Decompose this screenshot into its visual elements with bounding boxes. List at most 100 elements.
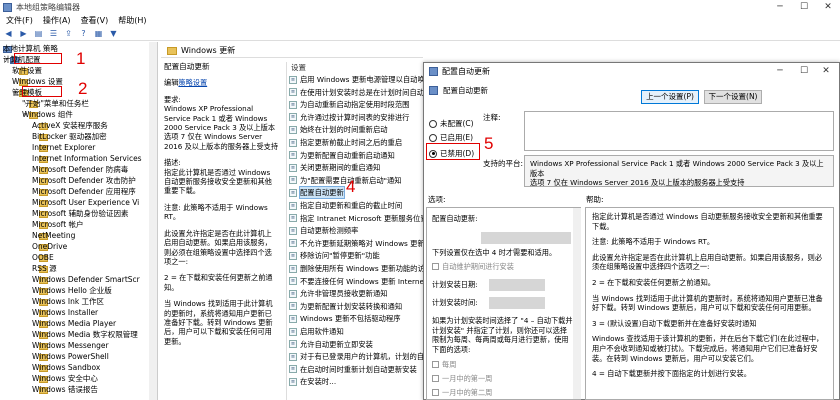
option-dropdown[interactable] [481, 232, 571, 244]
tree-scrollbar[interactable] [149, 42, 157, 400]
policy-setting-icon: ≡ [289, 201, 297, 210]
setting-item[interactable]: ≡ 启用 Windows 更新电源管理以自动唤醒 [289, 74, 426, 85]
tree-windows-components[interactable]: ▾ Windows 组件 [22, 110, 73, 120]
setting-item[interactable]: ≡ 启用软件通知 [289, 326, 344, 337]
radio-not-configured[interactable]: 未配置(C) [429, 118, 474, 129]
menu-file[interactable]: 文件(F) [6, 15, 33, 26]
comment-textarea[interactable] [524, 111, 834, 151]
tree-item[interactable]: OneDrive [32, 242, 67, 252]
forward-icon[interactable]: ▶ [17, 28, 30, 39]
setting-item[interactable]: ≡ 指定 Intranet Microsoft 更新服务位置 [289, 213, 426, 224]
setting-item[interactable]: ≡ 为更新配置计划安装转换和通知 [289, 301, 402, 312]
tree-item[interactable]: Windows Messenger [32, 341, 109, 351]
setting-item[interactable]: ≡ 自动更新检测频率 [289, 225, 358, 236]
tree-item[interactable]: BitLocker 驱动器加密 [32, 132, 107, 142]
menu-action[interactable]: 操作(A) [43, 15, 71, 26]
tree-item[interactable]: Windows Installer [32, 308, 98, 318]
tree-item[interactable]: Microsoft Defender 防病毒 [32, 165, 128, 175]
tree-item[interactable]: Windows Sandbox [32, 363, 100, 373]
checkbox[interactable] [432, 375, 439, 383]
setting-item[interactable]: ≡ 不要连接任何 Windows 更新 Internet 位 [289, 276, 426, 287]
tree-item[interactable]: Internet Information Services [32, 154, 142, 164]
setting-item[interactable]: ≡ 在启动时间时重新计划自动更新安装 [289, 364, 417, 375]
setting-item[interactable]: ≡ 指定更新前截止时间之后的重启 [289, 137, 402, 148]
setting-item[interactable]: ≡ 允许非管理员接收更新通知 [289, 288, 388, 299]
first-week-checkbox[interactable]: 一月中的第一周 [432, 374, 492, 384]
tree-item[interactable]: Windows Media Player [32, 319, 116, 329]
tree-item[interactable]: ActiveX 安装程序服务 [32, 121, 108, 131]
radio-circle[interactable] [429, 133, 437, 142]
tree-item[interactable]: Microsoft 辅助身份验证因素 [32, 209, 129, 219]
next-setting-button[interactable]: 下一个设置(N) [704, 90, 762, 104]
policy-setting-icon: ≡ [289, 88, 297, 97]
install-day-dropdown[interactable] [489, 279, 545, 291]
prev-setting-button[interactable]: 上一个设置(P) [641, 90, 699, 104]
radio-enabled[interactable]: 已启用(E) [429, 132, 473, 143]
maximize-icon[interactable]: ☐ [792, 0, 816, 14]
tree-item[interactable]: Microsoft Defender 攻击防护 [32, 176, 136, 186]
tree-item[interactable]: Windows Defender SmartScr [32, 275, 140, 285]
back-icon[interactable]: ◀ [2, 28, 15, 39]
tree-item[interactable]: Microsoft 帐户 [32, 220, 84, 230]
tree-root[interactable]: 本地计算机 策略 [3, 44, 58, 54]
setting-item[interactable]: ≡ 关闭更新期间的重启通知 [289, 162, 380, 173]
install-time-dropdown[interactable] [489, 297, 545, 309]
tree-item[interactable]: OOBE [32, 253, 54, 263]
setting-item[interactable]: ≡ 始终在计划的时间重新启动 [289, 124, 388, 135]
second-week-checkbox[interactable]: 一月中的第二周 [432, 388, 492, 398]
radio-circle[interactable] [429, 119, 437, 128]
tree-item[interactable]: RSS 源 [32, 264, 57, 274]
setting-item[interactable]: ≡ 删除使用所有 Windows 更新功能的访问权 [289, 263, 426, 274]
menu-help[interactable]: 帮助(H) [118, 15, 146, 26]
edit-policy-link[interactable]: 策略设置 [178, 78, 207, 87]
folder-icon[interactable]: ▤ [32, 28, 45, 39]
setting-item[interactable]: ≡ 指定自动更新和重启的截止时间 [289, 200, 402, 211]
policy-setting-icon: ≡ [289, 239, 297, 248]
policy-setting-icon: ≡ [289, 176, 297, 185]
close-icon[interactable]: ✕ [816, 0, 840, 14]
setting-item[interactable]: ≡ 在使用计划安装时总是在计划时间自动 [289, 87, 424, 98]
help-icon[interactable]: ? [77, 28, 90, 39]
properties-icon[interactable]: ▦ [92, 28, 105, 39]
setting-item[interactable]: ≡ 在安装时... [289, 376, 336, 387]
setting-item[interactable]: ≡ 移除访问"暂停更新"功能 [289, 250, 380, 261]
setting-item[interactable]: ≡ 对于有已登录用户的计算机，计划的自动 [289, 351, 426, 362]
minimize-icon[interactable]: ─ [769, 63, 791, 80]
close-icon[interactable]: ✕ [815, 63, 837, 80]
tree-item[interactable]: Windows Hello 企业版 [32, 286, 112, 296]
tree-item[interactable]: Internet Explorer [32, 143, 95, 153]
checkbox[interactable] [432, 361, 439, 369]
list-icon[interactable]: ☰ [47, 28, 60, 39]
tree-item[interactable]: Windows PowerShell [32, 352, 109, 362]
setting-item[interactable]: ≡ 不允许更新延期策略对 Windows 更新 [289, 238, 425, 249]
setting-item[interactable]: ≡ 允许通过按计算时间表的安排进行 [289, 112, 409, 123]
weekly-checkbox[interactable]: 每周 [432, 360, 456, 370]
policy-setting-icon: ≡ [289, 327, 297, 336]
tree-item[interactable]: Microsoft User Experience Vi [32, 198, 139, 208]
help-paragraph: 此设置允许指定是否在此计算机上启用自动更新。如果启用该服务，则必须在组策略设置中… [592, 252, 823, 272]
filter-icon[interactable]: ▼ [107, 28, 120, 39]
tree-item[interactable]: NetMeeting [32, 231, 75, 241]
tree-software-settings[interactable]: › 软件设置 [12, 66, 42, 76]
setting-item[interactable]: ≡ 允许自动更新立即安装 [289, 339, 373, 350]
setting-item[interactable]: ≡ 配置自动更新 [289, 186, 345, 200]
comment-label: 注释: [483, 113, 501, 122]
tree-item[interactable]: Windows 安全中心 [32, 374, 98, 384]
tree-start-menu[interactable]: › "开始"菜单和任务栏 [22, 99, 89, 109]
tree-item[interactable]: Windows 错误报告 [32, 385, 98, 395]
export-icon[interactable]: ⇪ [62, 28, 75, 39]
minimize-icon[interactable]: ─ [768, 0, 792, 14]
setting-item[interactable]: ≡ 为更新配置自动重新启动通知 [289, 150, 395, 161]
tree-item[interactable]: Microsoft Defender 应用程序 [32, 187, 136, 197]
checkbox[interactable] [432, 389, 439, 397]
setting-item[interactable]: ≡ Windows 更新不包括驱动程序 [289, 313, 401, 324]
schedule-note: 如果为计划安装时间选择了 "4 – 自动下载并计划安装" 并指定了计划，则你还可… [432, 316, 573, 354]
maintenance-checkbox[interactable]: 自动维护期间进行安装 [432, 262, 514, 272]
setting-item[interactable]: ≡ 为自动重新启动指定使用时段范围 [289, 99, 409, 110]
tree-item[interactable]: Windows Ink 工作区 [32, 297, 104, 307]
menu-view[interactable]: 查看(V) [81, 15, 109, 26]
maximize-icon[interactable]: ☐ [793, 63, 815, 80]
tree-item[interactable]: Windows Media 数字权限管理 [32, 330, 138, 340]
checkbox[interactable] [432, 263, 439, 271]
options-scrollbar[interactable] [573, 208, 581, 399]
